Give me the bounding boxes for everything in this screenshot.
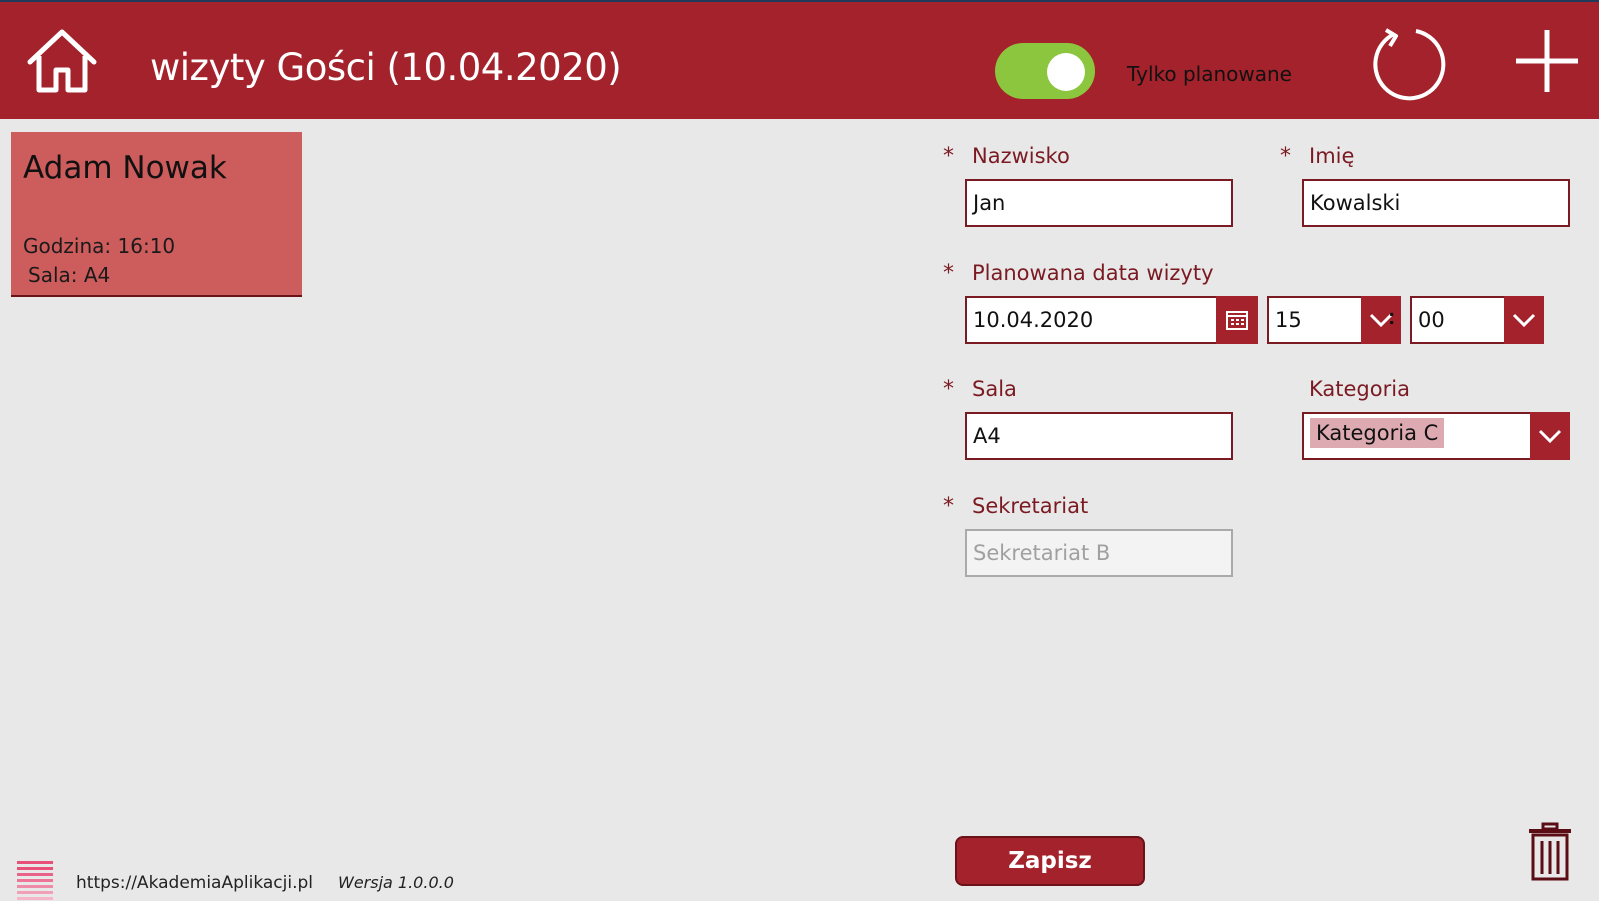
firstname-input[interactable]: Kowalski [1302, 179, 1570, 227]
visit-date-value: 10.04.2020 [973, 308, 1094, 332]
toggle-knob [1047, 53, 1085, 91]
company-logo [17, 861, 53, 901]
firstname-label: Imię [1309, 144, 1355, 168]
visit-room: Sala: A4 [28, 263, 111, 287]
minute-dropdown[interactable]: 00 [1410, 296, 1544, 344]
refresh-icon [1373, 28, 1446, 101]
visit-guest-name: Adam Nowak [23, 150, 227, 186]
visit-card[interactable]: Adam Nowak Godzina: 16:10 Sala: A4 [11, 132, 302, 297]
planned-only-label: Tylko planowane [1127, 62, 1292, 86]
visit-time: Godzina: 16:10 [23, 234, 176, 258]
required-marker: * [943, 261, 954, 286]
surname-label: Nazwisko [972, 144, 1070, 168]
minute-value: 00 [1418, 308, 1445, 332]
required-marker: * [943, 144, 954, 169]
footer-version: Wersja 1.0.0.0 [338, 873, 454, 892]
category-label: Kategoria [1309, 377, 1410, 401]
stripes-logo-icon [17, 861, 53, 900]
chevron-down-icon [1512, 313, 1536, 327]
chevron-down-icon [1538, 429, 1562, 443]
visit-date-label: Planowana data wizyty [972, 261, 1214, 285]
save-button[interactable]: Zapisz [955, 836, 1145, 886]
delete-button[interactable] [1527, 822, 1573, 882]
calendar-icon [1226, 311, 1248, 330]
room-input[interactable]: A4 [965, 412, 1233, 460]
planned-only-toggle[interactable] [995, 43, 1095, 99]
page-title: wizyty Gości (10.04.2020) [150, 46, 622, 89]
secretariat-label: Sekretariat [972, 494, 1089, 518]
hour-dropdown[interactable]: 15 [1267, 296, 1401, 344]
home-icon [27, 29, 97, 93]
room-label: Sala [972, 377, 1017, 401]
category-selected-chip: Kategoria C [1310, 418, 1445, 448]
home-button[interactable] [26, 26, 98, 96]
date-picker-button[interactable] [1216, 296, 1258, 344]
time-separator: : [1388, 304, 1396, 329]
secretariat-input: Sekretariat B [965, 529, 1233, 577]
required-marker: * [1280, 144, 1291, 169]
add-visit-button[interactable] [1514, 28, 1580, 94]
surname-input[interactable]: Jan [965, 179, 1233, 227]
minute-dropdown-button[interactable] [1504, 296, 1544, 344]
required-marker: * [943, 377, 954, 402]
plus-icon [1516, 30, 1578, 92]
category-combobox[interactable]: Kategoria C [1302, 412, 1570, 460]
app-header: wizyty Gości (10.04.2020) Tylko planowan… [0, 2, 1599, 119]
required-marker: * [943, 494, 954, 519]
refresh-button[interactable] [1368, 24, 1448, 104]
trash-icon [1529, 822, 1571, 881]
hour-value: 15 [1275, 308, 1302, 332]
visit-date-input[interactable]: 10.04.2020 [965, 296, 1258, 344]
footer-website-link[interactable]: https://AkademiaAplikacji.pl [76, 873, 313, 893]
category-dropdown-button[interactable] [1530, 412, 1570, 460]
